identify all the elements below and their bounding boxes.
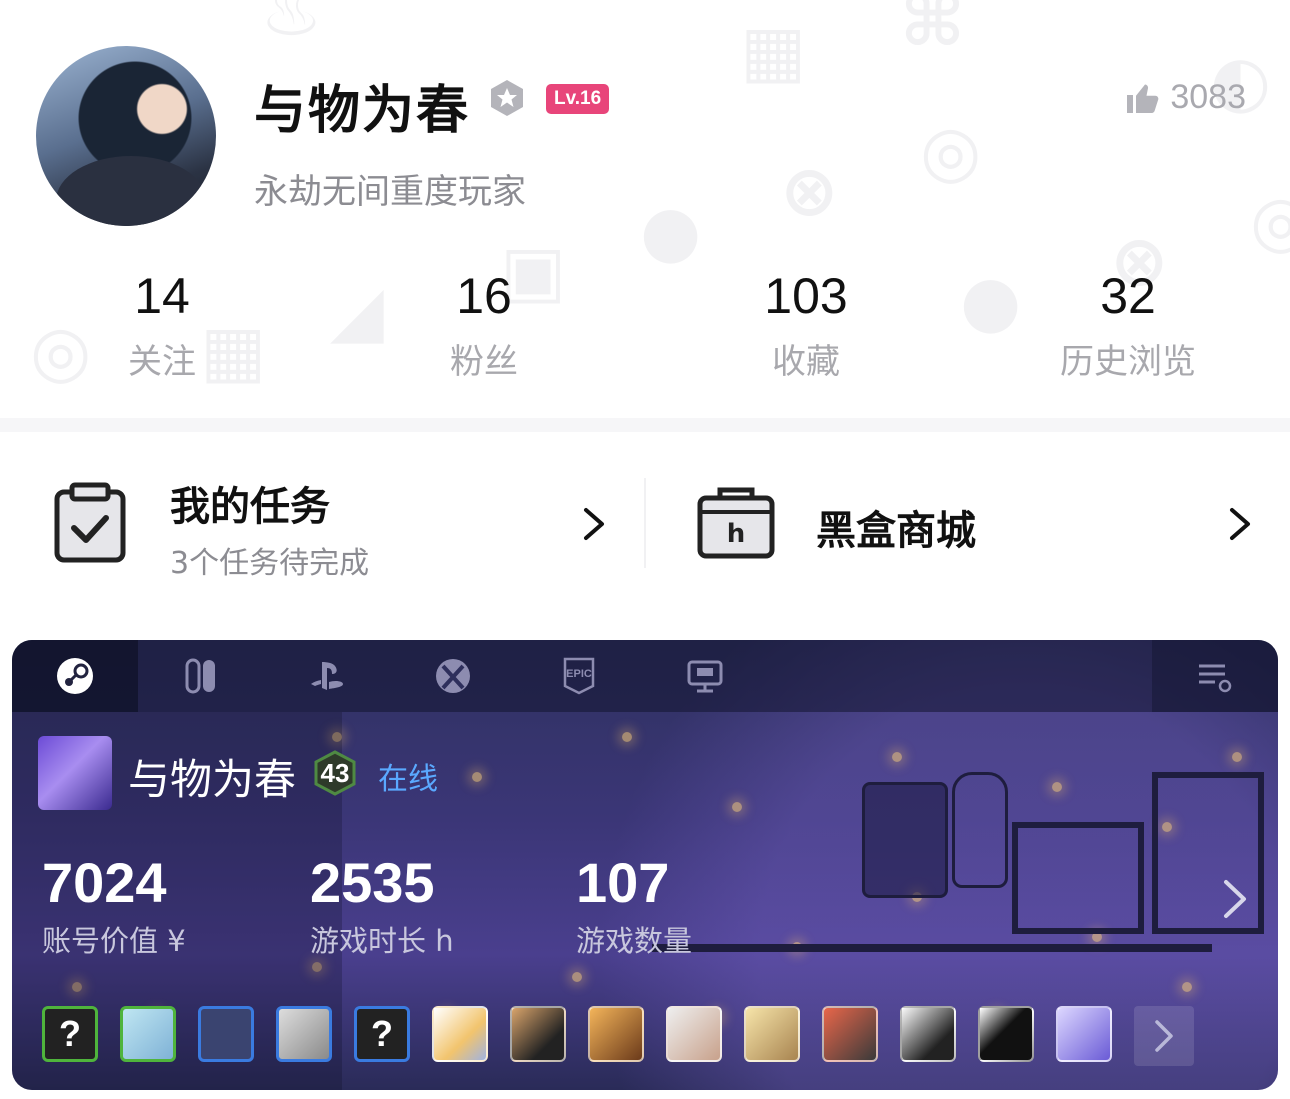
tab-steam[interactable] [12,640,138,712]
stat-label: 游戏时长 h [310,924,454,958]
level-badge: Lv.16 [546,84,610,114]
friend-avatar[interactable] [198,1006,254,1062]
friend-avatar[interactable] [744,1006,800,1062]
xbox-icon [436,659,470,693]
steam-username: 与物为春 [128,755,297,804]
section-divider [0,418,1290,432]
game-account-card[interactable]: EPIC 与物为春 43 在线 7024 账号价值 ¥ 2535 游戏时长 h … [12,640,1278,1090]
tasks-subtitle: 3个任务待完成 [170,546,370,581]
tasks-title: 我的任务 [170,484,330,530]
stat-value: 14 [134,268,190,324]
stat-followers[interactable]: 16 粉丝 [384,266,584,383]
game-count-stat: 107 游戏数量 [576,850,692,960]
stat-value: 103 [764,268,848,324]
stat-value: 16 [456,268,512,324]
friend-avatar[interactable]: ? [42,1006,98,1062]
pc-icon [687,660,723,693]
platform-settings-button[interactable] [1152,640,1278,712]
my-tasks-entry[interactable]: 我的任务 3个任务待完成 [0,470,644,581]
stat-value: 7024 [42,851,167,914]
stat-favorites[interactable]: 103 收藏 [706,266,906,383]
stat-label: 关注 [128,342,196,382]
online-status: 在线 [378,762,438,797]
stat-label: 账号价值 ¥ [42,924,186,958]
friend-avatar[interactable] [432,1006,488,1062]
friend-avatar[interactable] [666,1006,722,1062]
shopping-bag-icon: h [697,487,775,559]
tab-epic[interactable]: EPIC [516,640,642,712]
list-settings-icon [1199,664,1232,693]
certification-icon[interactable] [487,78,527,118]
stat-history[interactable]: 32 历史浏览 [1028,266,1228,383]
tab-pc[interactable] [642,640,768,712]
stat-value: 32 [1100,268,1156,324]
friend-avatar[interactable]: ? [354,1006,410,1062]
epic-games-icon: EPIC [563,657,595,695]
tab-playstation[interactable] [264,640,390,712]
stat-following[interactable]: 14 关注 [62,266,262,383]
friend-avatar[interactable] [978,1006,1034,1062]
clipboard-check-icon [54,482,126,563]
playtime-stat: 2535 游戏时长 h [310,850,454,960]
tab-xbox[interactable] [390,640,516,712]
user-avatar[interactable] [36,46,216,226]
tab-switch[interactable] [138,640,264,712]
friend-avatar[interactable] [822,1006,878,1062]
username: 与物为春 [254,81,471,141]
likes-counter[interactable]: 3083 [1124,78,1246,117]
steam-icon [57,658,93,694]
profile-stats: 14 关注 16 粉丝 103 收藏 32 历史浏览 [0,266,1290,386]
playstation-icon [311,662,343,690]
friend-avatar[interactable] [1056,1006,1112,1062]
likes-count: 3083 [1170,78,1246,116]
friend-avatar[interactable] [510,1006,566,1062]
stat-label: 游戏数量 [576,924,693,958]
stat-label: 历史浏览 [1060,342,1196,382]
svg-text:EPIC: EPIC [566,668,592,680]
user-bio: 永劫无间重度玩家 [254,172,526,212]
nintendo-switch-icon [185,658,215,694]
thumbs-up-icon [1127,84,1159,113]
account-value-stat: 7024 账号价值 ¥ [42,850,186,960]
svg-text:h: h [727,519,746,549]
store-title: 黑盒商城 [816,508,976,554]
more-friends-button[interactable] [1134,1006,1194,1066]
platform-tabs: EPIC [12,640,1278,712]
steam-level-badge: 43 [312,750,358,796]
friend-avatar[interactable] [120,1006,176,1062]
steam-level-value: 43 [320,758,350,788]
friend-avatar[interactable] [276,1006,332,1062]
heybox-store-entry[interactable]: h 黑盒商城 [646,470,1290,580]
friend-avatar[interactable] [900,1006,956,1062]
steam-avatar[interactable] [38,736,112,810]
chevron-right-icon [584,508,604,540]
stat-value: 107 [576,851,670,914]
chevron-right-icon [1230,508,1250,540]
stat-value: 2535 [310,851,435,914]
stat-label: 粉丝 [450,342,518,382]
friend-avatar[interactable] [588,1006,644,1062]
chevron-right-icon[interactable] [1220,876,1250,922]
chevron-right-icon [1155,1020,1173,1052]
stat-label: 收藏 [772,342,840,382]
